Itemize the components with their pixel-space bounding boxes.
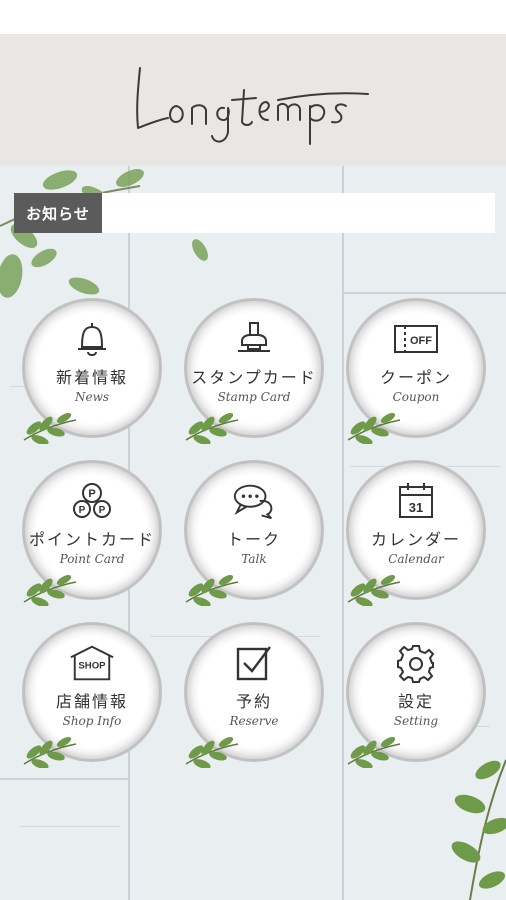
plank-seam: [0, 778, 128, 780]
menu-label-en: Setting: [393, 714, 439, 728]
menu-label-en: Reserve: [229, 714, 279, 728]
menu-label-jp: ポイントカード: [28, 530, 155, 549]
menu-label-en: Point Card: [59, 552, 125, 566]
menu-label-en: Coupon: [392, 390, 440, 404]
leaf-sprig: [185, 736, 239, 768]
leaf-sprig: [185, 574, 239, 606]
wood-grain: [20, 826, 120, 827]
menu-shop-info[interactable]: SHOP 店舗情報 Shop Info: [22, 622, 162, 768]
plank-divider: [342, 166, 344, 900]
menu-label-jp: 店舗情報: [55, 692, 128, 711]
point-icon-text: P: [88, 488, 95, 500]
menu-stamp-card[interactable]: スタンプカード Stamp Card: [184, 298, 324, 444]
shop-icon-text: SHOP: [78, 661, 106, 672]
news-bar[interactable]: お知らせ: [14, 193, 495, 233]
leaf-sprig: [347, 736, 401, 768]
logo: [136, 67, 369, 145]
chat-icon: [231, 480, 277, 522]
menu-label-en: News: [74, 390, 110, 404]
checkbox-icon: [231, 642, 277, 684]
menu-calendar[interactable]: 31 カレンダー Calendar: [346, 460, 486, 606]
menu-label-en: Talk: [241, 552, 267, 566]
point-icon-text: P: [99, 505, 106, 516]
menu-label-jp: 設定: [397, 692, 434, 711]
menu-talk[interactable]: トーク Talk: [184, 460, 324, 606]
menu-reserve[interactable]: 予約 Reserve: [184, 622, 324, 768]
menu-label-en: Calendar: [388, 552, 444, 566]
menu-label-en: Shop Info: [62, 714, 122, 728]
leaf-sprig: [23, 412, 77, 444]
leaf-sprig: [347, 574, 401, 606]
menu-label-en: Stamp Card: [217, 390, 291, 404]
status-bar: [0, 0, 506, 34]
news-ticker[interactable]: [102, 193, 495, 233]
calendar-icon-text: 31: [409, 500, 423, 515]
menu-point-card[interactable]: PPP ポイントカード Point Card: [22, 460, 162, 606]
menu-label-jp: 予約: [235, 692, 272, 711]
leaf-sprig: [23, 736, 77, 768]
menu-news[interactable]: 新着情報 News: [22, 298, 162, 444]
menu-coupon[interactable]: OFF クーポン Coupon: [346, 298, 486, 444]
leaf-sprig: [185, 412, 239, 444]
plank-seam: [342, 292, 506, 294]
menu-label-jp: カレンダー: [370, 530, 461, 549]
coupon-icon-text: OFF: [410, 335, 432, 347]
menu-label-jp: トーク: [226, 530, 281, 549]
menu-label-jp: クーポン: [379, 368, 452, 387]
leaf-sprig: [23, 574, 77, 606]
point-icon-text: P: [79, 505, 86, 516]
gear-icon: [393, 642, 439, 684]
news-label: お知らせ: [14, 193, 102, 233]
calendar-icon: 31: [393, 480, 439, 522]
menu-label-jp: 新着情報: [55, 368, 128, 387]
coupon-icon: OFF: [393, 318, 439, 360]
point-icon: PPP: [69, 480, 115, 522]
shop-icon: SHOP: [69, 642, 115, 684]
bell-icon: [69, 318, 115, 360]
app-header: [0, 34, 506, 166]
menu-setting[interactable]: 設定 Setting: [346, 622, 486, 768]
menu-label-jp: スタンプカード: [191, 368, 317, 387]
leaf-sprig: [347, 412, 401, 444]
eucalyptus-vine-bottom-right: [451, 759, 506, 900]
stamp-icon: [231, 318, 277, 360]
